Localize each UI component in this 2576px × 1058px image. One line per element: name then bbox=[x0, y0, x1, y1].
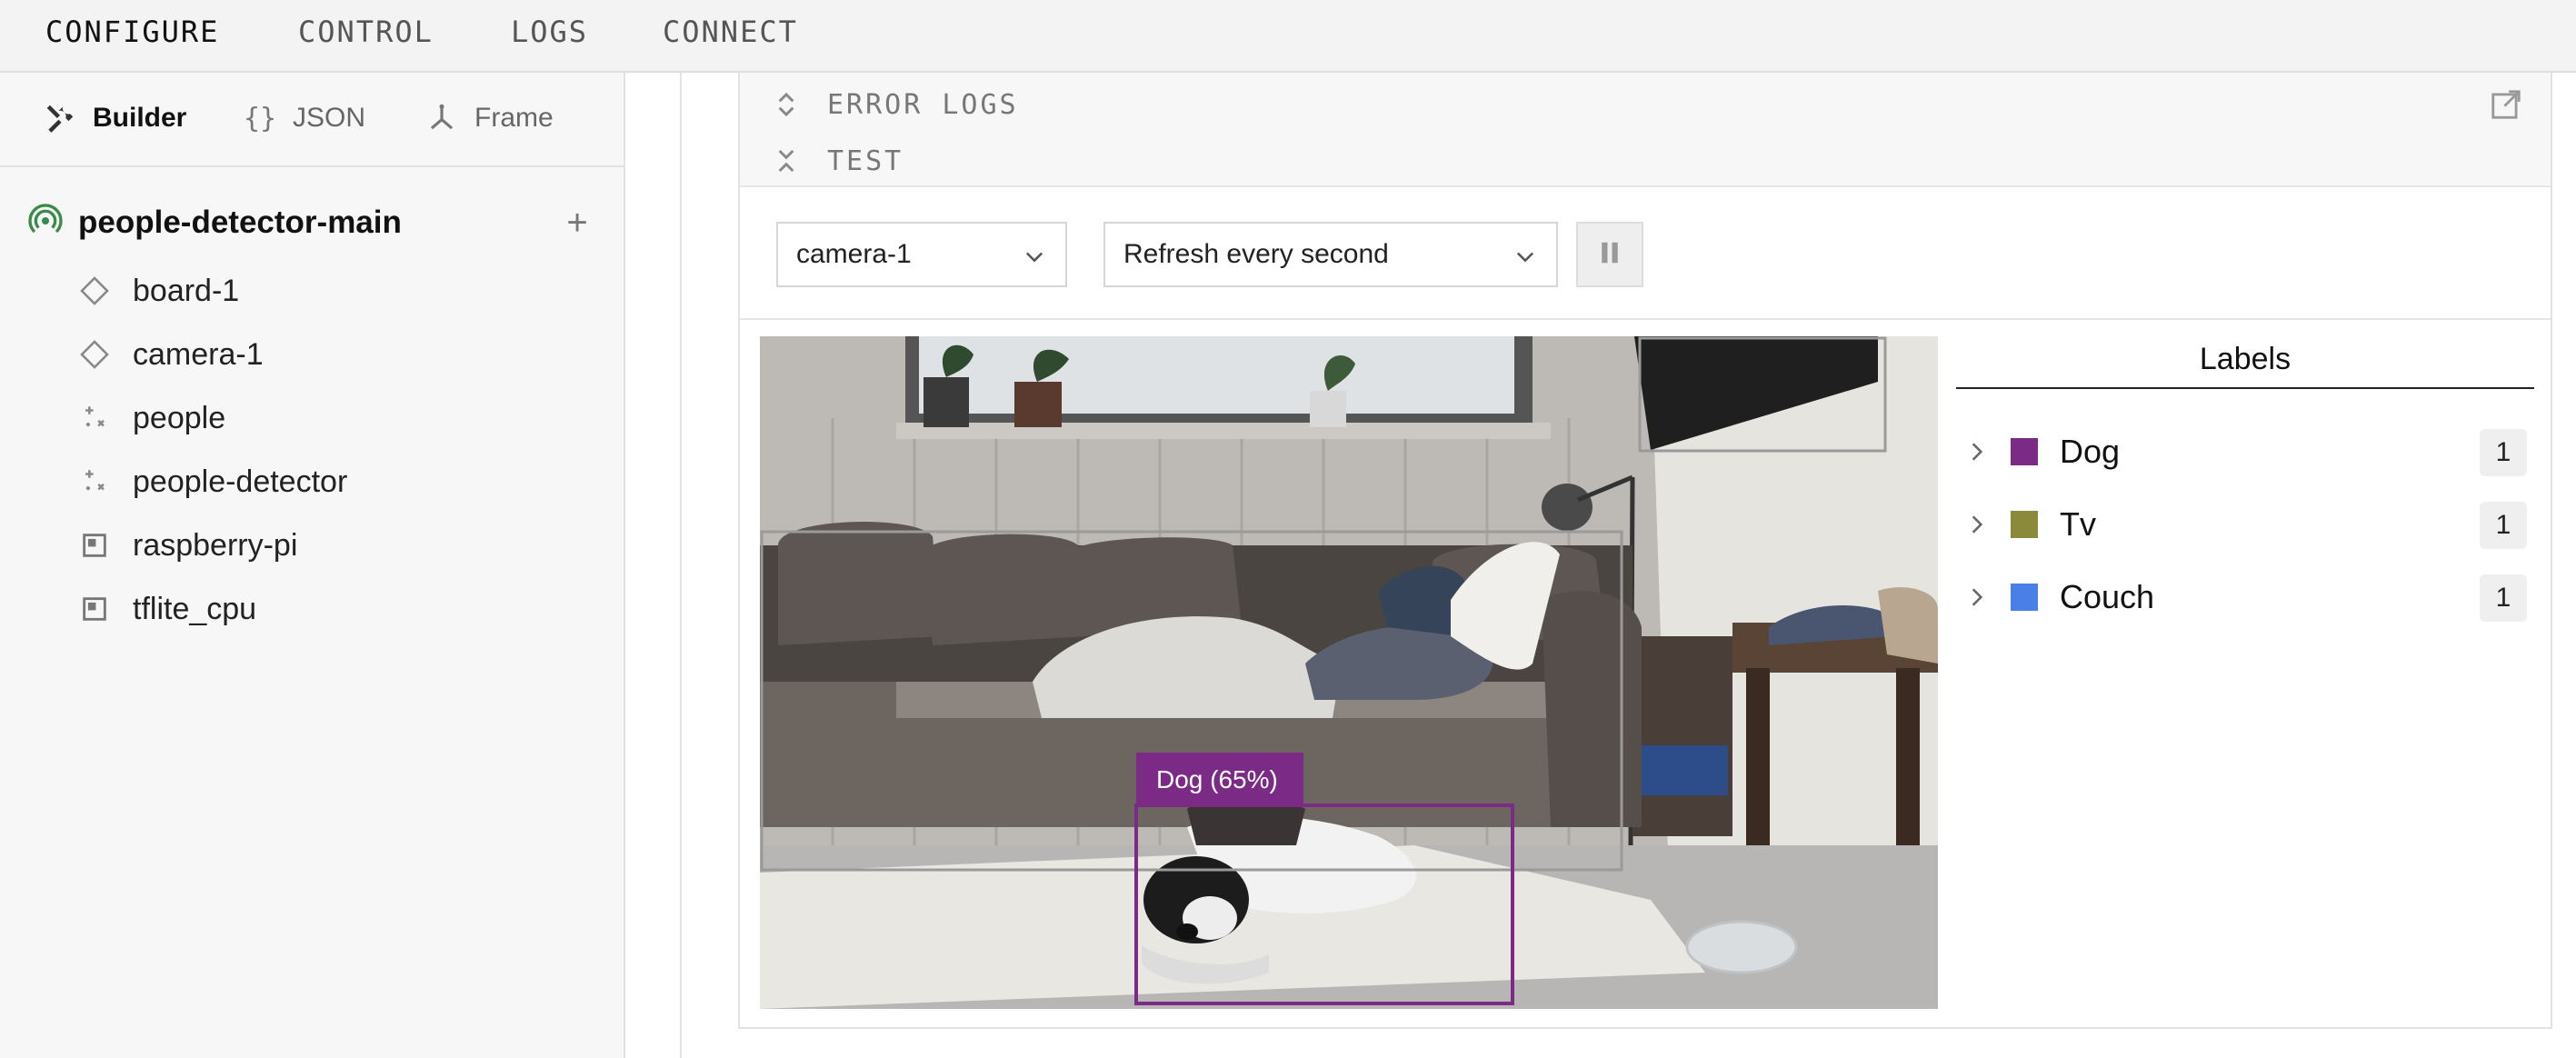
chevron-right-icon bbox=[1963, 513, 1991, 536]
tree-item-label: camera-1 bbox=[133, 336, 264, 372]
pause-icon bbox=[1598, 239, 1622, 271]
tree-item-label: people bbox=[133, 400, 226, 435]
nav-logs[interactable]: LOGS bbox=[511, 15, 588, 49]
label-name: Couch bbox=[2060, 578, 2155, 615]
detection-label-dog: Dog (65%) bbox=[1156, 765, 1278, 794]
online-status-icon bbox=[27, 203, 64, 244]
label-row-tv[interactable]: Tv 1 bbox=[1956, 493, 2534, 556]
tab-frame-label: Frame bbox=[474, 103, 554, 133]
section-title: ERROR LOGS bbox=[827, 88, 1019, 121]
pause-button[interactable] bbox=[1576, 222, 1643, 287]
braces-icon: {} bbox=[243, 102, 277, 135]
chevron-down-icon bbox=[1022, 244, 1047, 269]
label-name: Dog bbox=[2060, 433, 2121, 470]
section-title: TEST bbox=[827, 145, 904, 177]
refresh-select-value: Refresh every second bbox=[1123, 239, 1389, 269]
label-count: 1 bbox=[2480, 502, 2527, 549]
tab-frame[interactable]: Frame bbox=[424, 100, 554, 136]
tree-item-people-detector[interactable]: people-detector bbox=[76, 458, 585, 505]
tree-item-tflite-cpu[interactable]: tflite_cpu bbox=[76, 585, 585, 633]
section-error-logs[interactable]: ERROR LOGS bbox=[740, 73, 2551, 138]
module-square-icon bbox=[76, 591, 113, 627]
tab-json-label: JSON bbox=[293, 103, 366, 133]
tree-item-camera-1[interactable]: camera-1 bbox=[76, 331, 585, 378]
section-test[interactable]: TEST bbox=[740, 136, 2551, 187]
top-navigation: CONFIGURE CONTROL LOGS CONNECT bbox=[0, 0, 2576, 73]
tab-builder-label: Builder bbox=[93, 103, 187, 133]
label-count: 1 bbox=[2480, 574, 2527, 622]
sidebar: Builder {} JSON Frame people-detector-ma… bbox=[0, 73, 625, 1058]
tree-item-label: tflite_cpu bbox=[133, 591, 257, 626]
sidebar-tabs: Builder {} JSON Frame bbox=[0, 73, 624, 167]
label-color-swatch bbox=[2011, 438, 2038, 465]
labels-title: Labels bbox=[1956, 336, 2534, 389]
chevron-right-icon bbox=[1963, 440, 1991, 464]
component-diamond-icon bbox=[76, 273, 113, 309]
refresh-select[interactable]: Refresh every second bbox=[1103, 222, 1558, 287]
add-component-button[interactable]: + bbox=[554, 200, 600, 245]
label-color-swatch bbox=[2011, 584, 2038, 611]
expand-icon bbox=[773, 86, 800, 123]
labels-panel: Labels Dog 1 Tv 1 Couch 1 bbox=[1956, 336, 2534, 1009]
tree-item-label: board-1 bbox=[133, 273, 240, 308]
label-row-couch[interactable]: Couch 1 bbox=[1956, 565, 2534, 629]
tree-root-machine[interactable]: people-detector-main + bbox=[27, 200, 600, 245]
tree-item-raspberry-pi[interactable]: raspberry-pi bbox=[76, 522, 585, 569]
label-row-dog[interactable]: Dog 1 bbox=[1956, 420, 2534, 484]
label-count: 1 bbox=[2480, 429, 2527, 476]
camera-select-value: camera-1 bbox=[796, 239, 912, 269]
tree-item-board-1[interactable]: board-1 bbox=[76, 267, 585, 314]
chevron-down-icon bbox=[1513, 244, 1538, 269]
module-square-icon bbox=[76, 527, 113, 564]
machine-name: people-detector-main bbox=[78, 205, 402, 240]
tree-item-label: people-detector bbox=[133, 464, 348, 499]
service-sparkle-icon bbox=[76, 464, 113, 500]
service-sparkle-icon bbox=[76, 400, 113, 436]
main-panel: ERROR LOGS TEST camera-1 Refresh every s… bbox=[738, 73, 2552, 1029]
collapse-icon bbox=[773, 143, 800, 179]
test-controls: camera-1 Refresh every second bbox=[740, 185, 2551, 320]
camera-stream-image: Dog (65%) bbox=[760, 336, 1938, 1009]
nav-control[interactable]: CONTROL bbox=[298, 15, 434, 49]
nav-configure[interactable]: CONFIGURE bbox=[45, 15, 219, 49]
tools-icon bbox=[42, 100, 78, 136]
frame-axes-icon bbox=[424, 100, 460, 136]
camera-select[interactable]: camera-1 bbox=[776, 222, 1067, 287]
tree-item-label: raspberry-pi bbox=[133, 527, 298, 563]
open-external-icon[interactable] bbox=[2489, 87, 2523, 122]
label-color-swatch bbox=[2011, 511, 2038, 538]
component-diamond-icon bbox=[76, 336, 113, 373]
chevron-right-icon bbox=[1963, 585, 1991, 609]
nav-connect[interactable]: CONNECT bbox=[663, 15, 798, 49]
label-name: Tv bbox=[2060, 505, 2096, 543]
tab-json[interactable]: {} JSON bbox=[242, 100, 365, 136]
tab-builder[interactable]: Builder bbox=[42, 100, 186, 136]
tree-item-people[interactable]: people bbox=[76, 394, 585, 442]
gutter bbox=[625, 73, 682, 1058]
